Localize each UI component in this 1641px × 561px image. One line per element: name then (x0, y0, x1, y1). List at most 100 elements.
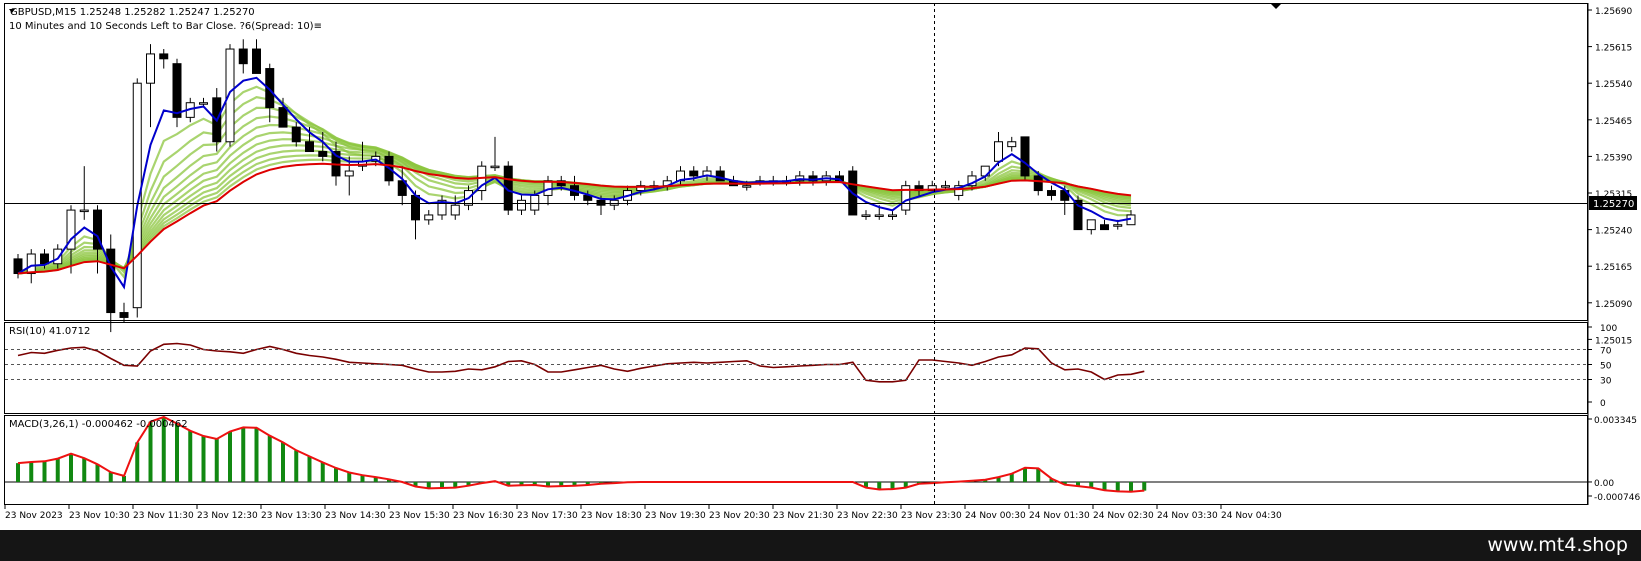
price-tick-label: 1.25015 (1595, 336, 1632, 346)
macd-bar (1129, 481, 1133, 492)
candle-body (596, 199, 606, 206)
time-label: 23 Nov 20:30 (709, 511, 770, 521)
candle-body (609, 199, 619, 206)
macd-tick-label: 0.003345 (1594, 416, 1637, 426)
candle-body (530, 194, 540, 211)
macd-bar (29, 462, 34, 482)
time-label: 24 Nov 00:30 (965, 511, 1026, 521)
candle-body (318, 151, 328, 157)
candle-body (994, 141, 1003, 162)
candle[interactable] (225, 44, 235, 147)
candle-body (252, 48, 261, 74)
macd-bar (82, 458, 87, 482)
macd-bar (267, 435, 272, 482)
chart-window[interactable]: GBPUSD,M15 1.25248 1.25282 1.25247 1.252… (0, 0, 1641, 530)
time-label: 23 Nov 21:30 (773, 511, 834, 521)
price-tick-label: 1.25165 (1595, 263, 1632, 273)
candle-body (26, 253, 36, 275)
rsi-tick-label: 0 (1600, 399, 1606, 409)
macd-bar (294, 450, 299, 482)
symbol-line: GBPUSD,M15 1.25248 1.25282 1.25247 1.252… (10, 7, 255, 18)
time-label: 24 Nov 01:30 (1029, 511, 1090, 521)
candle-body (344, 170, 354, 177)
candle-body (199, 102, 208, 105)
macd-bar (16, 463, 20, 482)
candle-body (941, 185, 950, 188)
macd-bar (254, 427, 259, 482)
price-tick-label: 1.25690 (1595, 7, 1632, 17)
price-tick-label: 1.25390 (1595, 153, 1632, 163)
macd-bar (188, 430, 193, 482)
candle-body (1113, 224, 1123, 227)
rsi-tick-label: 50 (1600, 362, 1612, 372)
time-label: 23 Nov 14:30 (325, 511, 386, 521)
candle-body (238, 48, 248, 65)
macd-bar (228, 431, 232, 482)
rsi-label: RSI(10) 41.0712 (9, 326, 90, 337)
macd-tick-label: 0.00 (1594, 479, 1614, 489)
price-tick-label: 1.25465 (1595, 117, 1632, 127)
macd-bar (214, 439, 219, 482)
rsi-tick-label: 70 (1600, 347, 1612, 357)
time-label: 23 Nov 12:30 (197, 511, 258, 521)
footer-bar (0, 530, 1641, 561)
rsi-tick-label: 30 (1600, 377, 1612, 387)
macd-bar (148, 421, 153, 482)
macd-bar (175, 423, 179, 482)
macd-bar (241, 427, 246, 482)
macd-bar (281, 442, 285, 482)
candle-body (1020, 136, 1030, 177)
macd-bar (1142, 481, 1147, 491)
candle-body (119, 312, 129, 318)
candle-body (305, 141, 314, 153)
macd-bar (42, 461, 47, 482)
candle-body (874, 214, 884, 217)
candle-body (517, 199, 526, 211)
price-tick-label: 1.25240 (1595, 227, 1632, 237)
candle-body (411, 194, 420, 221)
price-tick-label: 1.25090 (1595, 300, 1632, 310)
candle[interactable] (1073, 195, 1083, 231)
price-tick-label: 1.25540 (1595, 80, 1632, 90)
candle-body (861, 214, 871, 217)
candle-body (40, 253, 49, 265)
candle-body (172, 63, 182, 118)
candle-body (888, 214, 897, 217)
macd-bar (334, 468, 338, 482)
candle-body (1007, 141, 1017, 148)
candle-body (1047, 190, 1056, 196)
candle[interactable] (132, 78, 142, 318)
time-label: 23 Nov 22:30 (837, 511, 898, 521)
macd-bar (55, 458, 60, 482)
candle-body (146, 53, 155, 84)
rsi-tick-label: 100 (1600, 324, 1617, 334)
candle-body (1100, 224, 1109, 231)
candle-body (159, 53, 169, 60)
candle-body (278, 107, 288, 128)
candle-body (79, 209, 89, 213)
macd-label: MACD(3,26,1) -0.000462 -0.000462 (9, 419, 188, 430)
candle[interactable] (172, 58, 182, 128)
time-label: 23 Nov 17:30 (517, 511, 578, 521)
time-label: 24 Nov 02:30 (1093, 511, 1154, 521)
price-label: 1.25270 (1589, 196, 1637, 210)
macd-tick-label: -0.000746 (1594, 493, 1640, 503)
time-label: 23 Nov 16:30 (453, 511, 514, 521)
macd-bar (201, 436, 206, 482)
macd-bar (108, 472, 113, 482)
candle[interactable] (1020, 136, 1030, 181)
macd-bar (95, 464, 100, 482)
macd-bar (347, 472, 352, 482)
candle[interactable] (901, 180, 911, 215)
bar-close-info: 10 Minutes and 10 Seconds Left to Bar Cl… (9, 21, 322, 32)
candle-body (225, 48, 235, 143)
candle-body (689, 170, 699, 177)
time-label: 23 Nov 2023 (5, 511, 63, 521)
time-label: 24 Nov 03:30 (1157, 511, 1218, 521)
candle-body (715, 170, 725, 182)
candle-body (1033, 175, 1043, 192)
candle-body (424, 214, 434, 221)
candle-body (291, 126, 301, 143)
macd-bar (1023, 467, 1027, 482)
time-label: 23 Nov 18:30 (581, 511, 642, 521)
